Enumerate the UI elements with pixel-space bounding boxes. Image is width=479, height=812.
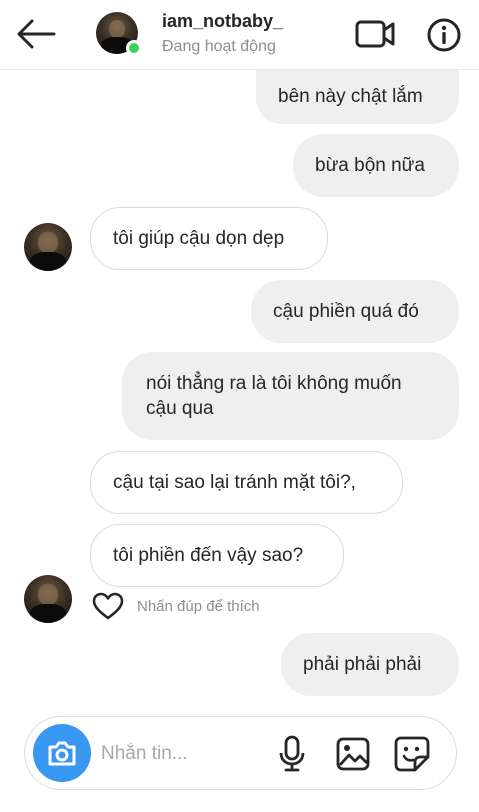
chat-header: iam_notbaby_ Đang hoạt động: [0, 0, 479, 70]
header-avatar[interactable]: [96, 12, 142, 56]
message-bubble-outgoing[interactable]: cậu phiền quá đó: [251, 280, 459, 343]
online-indicator: [126, 40, 142, 56]
info-icon: [427, 18, 461, 52]
chat-username[interactable]: iam_notbaby_: [162, 11, 283, 32]
message-bubble-outgoing[interactable]: bừa bộn nữa: [293, 134, 459, 197]
message-input[interactable]: [101, 737, 271, 771]
voice-message-button[interactable]: [277, 735, 307, 773]
arrow-left-icon: [17, 19, 56, 49]
active-status: Đang hoạt động: [162, 38, 276, 55]
sticker-button[interactable]: [393, 735, 431, 773]
heart-icon: [92, 592, 124, 620]
message-bubble-incoming[interactable]: cậu tại sao lại tránh mặt tôi?,: [90, 451, 403, 514]
direct-message-screen: iam_notbaby_ Đang hoạt động bên này chật…: [0, 0, 479, 812]
microphone-icon: [279, 735, 305, 772]
message-bubble-outgoing[interactable]: phải phải phải: [281, 633, 459, 696]
message-composer: [24, 716, 457, 790]
gallery-button[interactable]: [335, 736, 371, 772]
camera-button[interactable]: [33, 724, 91, 782]
message-bubble-incoming[interactable]: tôi phiền đến vậy sao?: [90, 524, 344, 587]
message-bubble-outgoing[interactable]: bên này chật lắm: [256, 68, 459, 124]
video-camera-icon: [355, 20, 395, 48]
camera-icon: [48, 741, 76, 766]
sender-avatar[interactable]: [24, 223, 72, 271]
back-button[interactable]: [14, 14, 58, 54]
like-button[interactable]: [92, 592, 124, 620]
message-bubble-outgoing[interactable]: nói thẳng ra là tôi không muốn cậu qua: [122, 352, 459, 440]
like-row: Nhấn đúp để thích: [92, 592, 260, 620]
video-call-button[interactable]: [354, 16, 396, 52]
message-bubble-incoming[interactable]: tôi giúp cậu dọn dẹp: [90, 207, 328, 270]
image-icon: [336, 737, 370, 771]
sticker-icon: [394, 736, 430, 772]
like-hint: Nhấn đúp để thích: [137, 597, 260, 615]
sender-avatar[interactable]: [24, 575, 72, 623]
info-button[interactable]: [426, 17, 462, 53]
